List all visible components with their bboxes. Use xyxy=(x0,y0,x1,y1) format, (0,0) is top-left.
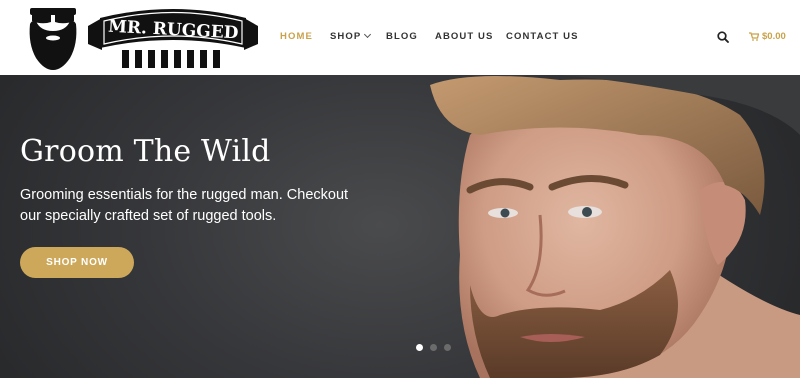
cart-icon xyxy=(749,32,759,41)
slider-dot-2[interactable] xyxy=(430,344,437,351)
slider-dot-1[interactable] xyxy=(416,344,423,351)
cart-button[interactable]: $0.00 xyxy=(749,31,786,42)
nav-shop-label: SHOP xyxy=(330,31,362,42)
shop-now-button[interactable]: SHOP NOW xyxy=(20,247,134,278)
cart-total: $0.00 xyxy=(762,31,786,42)
slider-pagination xyxy=(416,344,451,351)
nav-shop[interactable]: SHOP xyxy=(330,30,372,42)
logo-banner: MR. RUGGED xyxy=(88,9,258,68)
nav-blog[interactable]: BLOG xyxy=(386,31,418,42)
beard-man-icon xyxy=(29,8,77,70)
hero-slider: Groom The Wild Grooming essentials for t… xyxy=(0,75,800,378)
nav-home[interactable]: HOME xyxy=(280,31,313,42)
site-logo[interactable]: MR. RUGGED xyxy=(26,4,262,72)
nav-contact-us[interactable]: CONTACT US xyxy=(506,31,579,42)
hero-subtitle: Grooming essentials for the rugged man. … xyxy=(20,187,349,224)
chevron-down-icon xyxy=(364,30,372,39)
slider-dot-3[interactable] xyxy=(444,344,451,351)
hero-title: Groom The Wild xyxy=(20,134,271,169)
site-header: MR. RUGGED HOME SHOP BLOG ABOUT US CONTA… xyxy=(0,0,800,75)
search-icon[interactable] xyxy=(716,30,730,44)
nav-about-us[interactable]: ABOUT US xyxy=(435,31,493,42)
